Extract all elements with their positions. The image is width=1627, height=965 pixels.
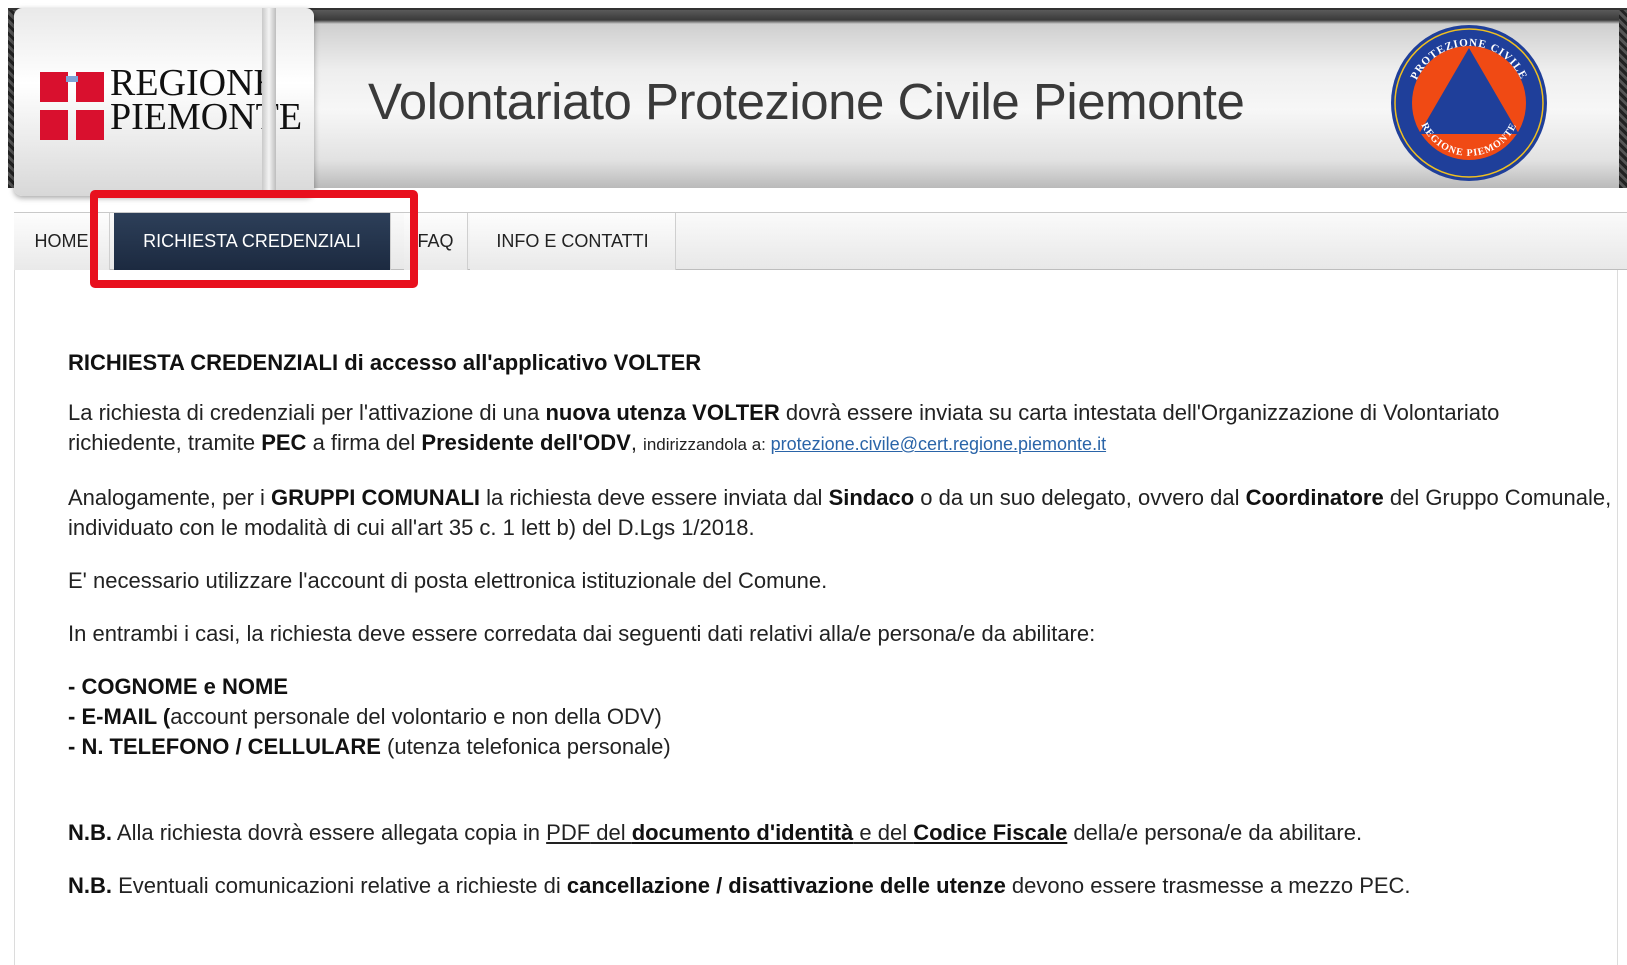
note-allegati: N.B. Alla richiesta dovrà essere allegat… <box>68 820 1363 845</box>
pec-email-link[interactable]: protezione.civile@cert.regione.piemonte.… <box>771 434 1106 454</box>
list-item: - COGNOME e NOME <box>68 674 289 699</box>
nav-richiesta-credenziali[interactable]: RICHIESTA CREDENZIALI <box>114 213 391 270</box>
main-nav: HOME RICHIESTA CREDENZIALI FAQ INFO E CO… <box>14 212 1627 270</box>
required-data-list: - COGNOME e NOME - E-MAIL (account perso… <box>68 672 1613 762</box>
nav-info-contatti[interactable]: INFO E CONTATTI <box>470 213 676 270</box>
regione-piemonte-logo[interactable]: REGIONE PIEMONTE <box>14 8 314 196</box>
paragraph-account-istituzionale: E' necessario utilizzare l'account di po… <box>68 568 828 593</box>
paragraph-nuova-utenza: La richiesta di credenziali per l'attiva… <box>68 400 1500 455</box>
nav-home[interactable]: HOME <box>14 213 110 270</box>
logo-text: REGIONE PIEMONTE <box>110 62 303 138</box>
list-item: - E-MAIL (account personale del volontar… <box>68 704 662 729</box>
nav-faq[interactable]: FAQ <box>404 213 468 270</box>
note-cancellazione: N.B. Eventuali comunicazioni relative a … <box>68 873 1411 898</box>
regione-flags-icon <box>40 72 104 140</box>
paragraph-dati-richiesti: In entrambi i casi, la richiesta deve es… <box>68 621 1096 646</box>
protezione-civile-seal-icon: PROTEZIONE CIVILE REGIONE PIEMONTE <box>1391 25 1547 181</box>
list-item: - N. TELEFONO / CELLULARE (utenza telefo… <box>68 734 671 759</box>
paragraph-gruppi-comunali: Analogamente, per i GRUPPI COMUNALI la r… <box>68 485 1612 540</box>
page-heading: RICHIESTA CREDENZIALI di accesso all'app… <box>68 350 702 375</box>
site-title: Volontariato Protezione Civile Piemonte <box>368 73 1245 130</box>
main-content: RICHIESTA CREDENZIALI di accesso all'app… <box>68 348 1613 924</box>
